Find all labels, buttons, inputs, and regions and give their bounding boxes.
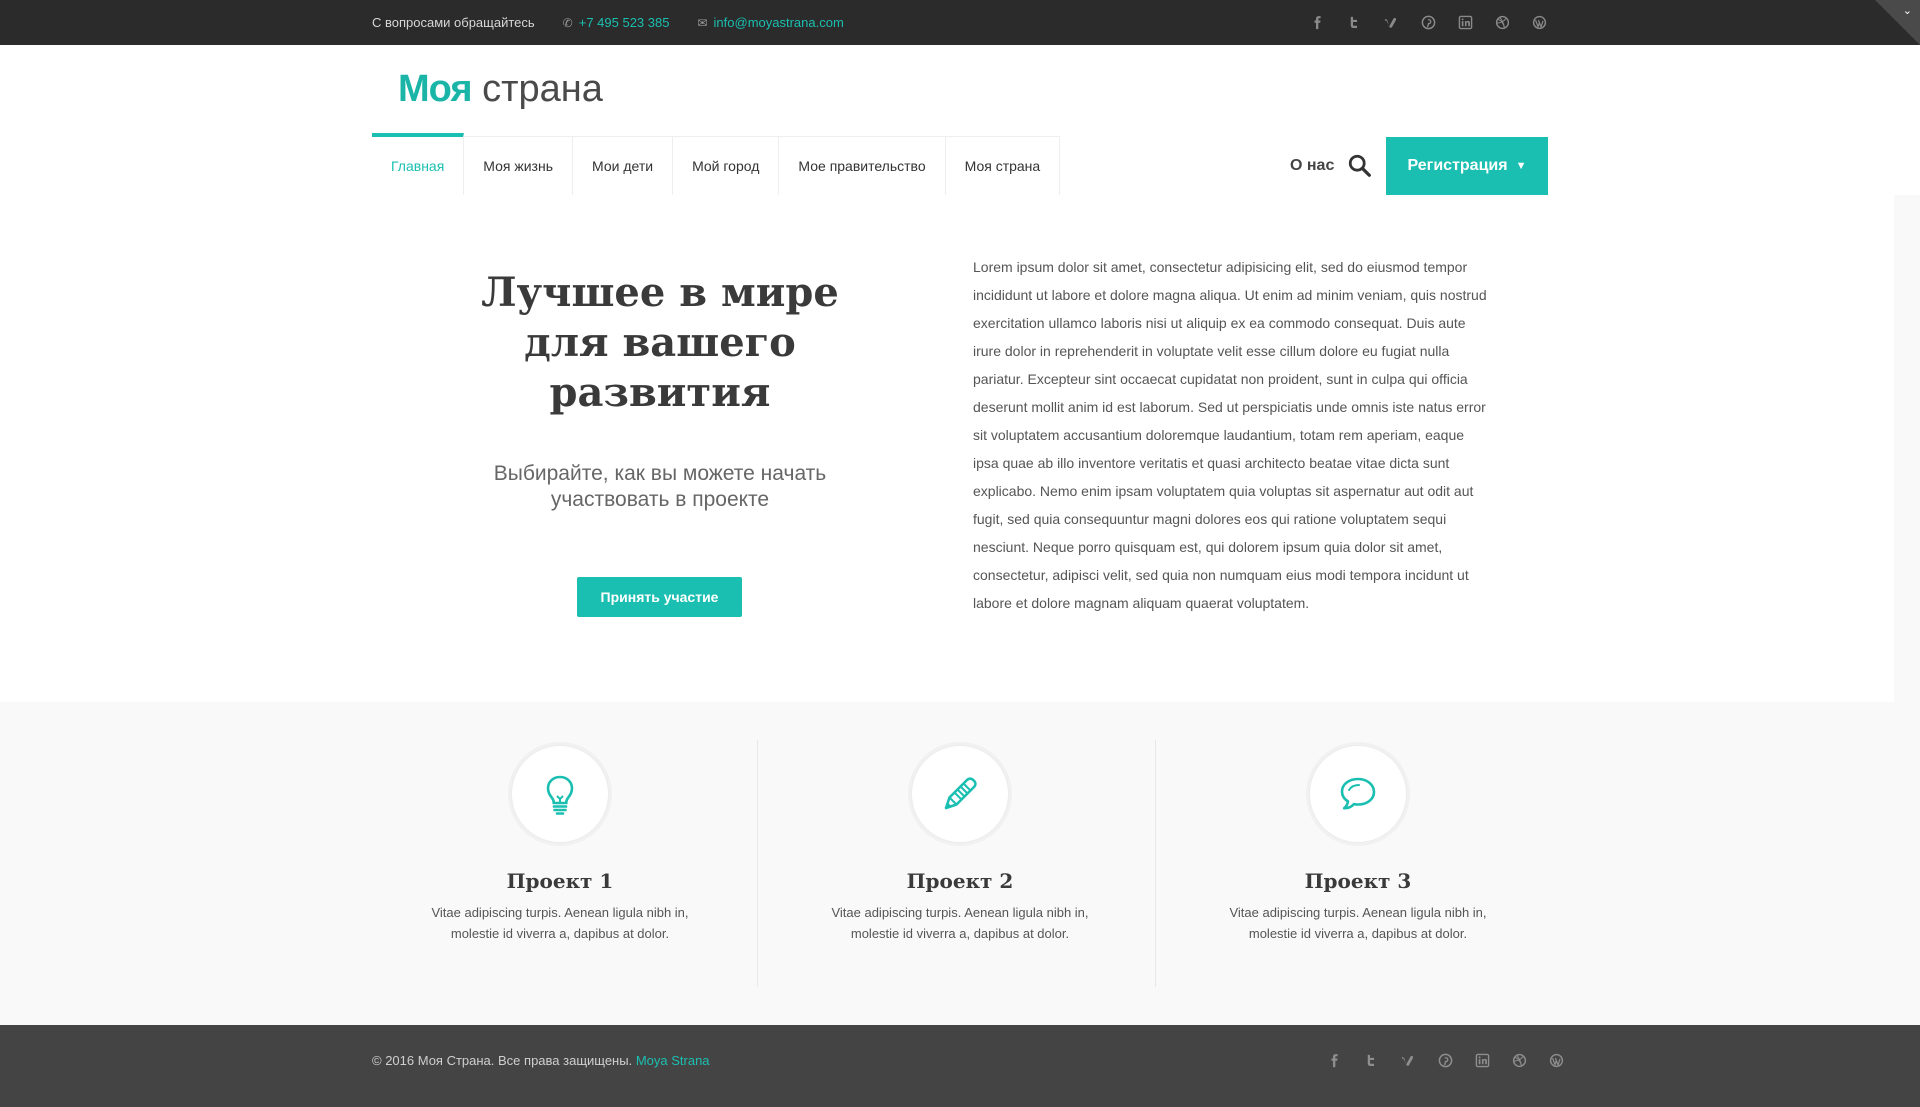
contact-text: С вопросами обращайтесь [372,15,535,30]
phone-icon: ✆ [562,15,573,30]
dribbble-icon[interactable] [1494,14,1510,30]
nav-item-my-life[interactable]: Моя жизнь [464,137,574,195]
register-label: Регистрация [1407,157,1508,174]
hero-description: Lorem ipsum dolor sit amet, consectetur … [973,259,1487,611]
feature-icon-ring [908,742,1012,846]
nav-item-home[interactable]: Главная [372,133,465,195]
twitter-icon[interactable] [1363,1052,1379,1068]
footer-link[interactable]: Moya Strana [636,1053,710,1068]
register-button[interactable]: Регистрация ▼ [1386,137,1548,195]
feature-desc-line: Vitae adipiscing turpis. Aenean ligula n… [1229,905,1487,920]
caret-down-icon: ▼ [1515,160,1527,172]
feature-desc-line: molestie id viverra a, dapibus at dolor. [1248,926,1468,941]
pinterest-icon[interactable] [1420,14,1436,30]
participate-button[interactable]: Принять участие [577,577,742,617]
facebook-icon[interactable] [1309,14,1325,30]
nav-item-about[interactable]: О нас [1290,157,1334,175]
features-section: Проект 1 Vitae adipiscing turpis. Aenean… [0,702,1920,1025]
nav-item-my-government[interactable]: Мое правительство [779,137,946,195]
feature-title: Проект 1 [506,869,614,893]
feature-desc: Vitae adipiscing turpis. Aenean ligula n… [810,902,1110,944]
feature-title: Проект 2 [906,869,1014,893]
lightbulb-icon [512,746,608,842]
wordpress-icon[interactable] [1531,14,1547,30]
side-strip [1894,195,1920,702]
feature-desc-line: Vitae adipiscing turpis. Aenean ligula n… [431,905,689,920]
speech-bubble-icon [1310,746,1406,842]
pinterest-icon[interactable] [1437,1052,1453,1068]
feature-icon-ring [1306,742,1410,846]
facebook-icon[interactable] [1326,1052,1342,1068]
hero-title-line: для вашего [524,319,796,366]
twitter-icon[interactable] [1346,14,1362,30]
hero-title-line: Лучшее в мире [481,269,839,316]
wordpress-icon[interactable] [1548,1052,1564,1068]
social-links-footer [1305,1052,1564,1068]
corner-toggle[interactable] [1875,0,1920,45]
feature-card: Проект 1 Vitae adipiscing turpis. Aenean… [410,742,710,944]
footer: © 2016 Моя Страна. Все права защищены. M… [0,1025,1920,1107]
feature-card: Проект 2 Vitae adipiscing turpis. Aenean… [810,742,1110,944]
feature-desc-line: molestie id viverra a, dapibus at dolor. [850,926,1070,941]
email-link[interactable]: info@moyastrana.com [714,15,844,30]
site-logo[interactable]: Моя страна [398,66,603,112]
feature-icon-ring [508,742,612,846]
logo-light: страна [471,68,603,110]
search-icon[interactable] [1346,152,1374,180]
feature-card: Проект 3 Vitae adipiscing turpis. Aenean… [1208,742,1508,944]
feature-desc: Vitae adipiscing turpis. Aenean ligula n… [1208,902,1508,944]
vimeo-icon[interactable] [1400,1052,1416,1068]
feature-desc: Vitae adipiscing turpis. Aenean ligula n… [410,902,710,944]
top-bar: С вопросами обращайтесь ✆ +7 495 523 385… [0,0,1920,45]
email-contact: ✉ info@moyastrana.com [697,15,843,30]
pencil-icon [912,746,1008,842]
feature-desc-line: Vitae adipiscing turpis. Aenean ligula n… [831,905,1089,920]
feature-divider [1155,740,1156,987]
vimeo-icon[interactable] [1383,14,1399,30]
copyright: © 2016 Моя Страна. Все права защищены. M… [372,1053,710,1068]
linkedin-icon[interactable] [1474,1052,1490,1068]
nav-item-my-children[interactable]: Мои дети [573,137,674,195]
feature-desc-line: molestie id viverra a, dapibus at dolor. [450,926,670,941]
social-links-top [1288,14,1547,30]
hero-subtitle: Выбирайте, как вы можете начать участвов… [440,461,880,513]
nav-right: О нас [1290,137,1382,195]
logo-bold: Моя [398,68,473,110]
feature-title: Проект 3 [1304,869,1412,893]
nav-item-my-city[interactable]: Мой город [673,137,780,195]
copyright-text: © 2016 Моя Страна. Все права защищены. [372,1053,633,1068]
dribbble-icon[interactable] [1511,1052,1527,1068]
hero-subtitle-line: Выбирайте, как вы можете начать [493,462,827,485]
linkedin-icon[interactable] [1457,14,1473,30]
phone-contact: ✆ +7 495 523 385 [563,15,670,30]
chevron-down-icon[interactable]: ⌄ [1903,4,1912,17]
feature-divider [757,740,758,987]
envelope-icon: ✉ [697,15,708,30]
hero-title: Лучшее в мире для вашего развития [440,268,880,418]
nav-item-my-country[interactable]: Моя страна [946,137,1061,195]
hero-subtitle-line: участвовать в проекте [550,488,770,511]
phone-link[interactable]: +7 495 523 385 [579,15,670,30]
hero-title-line: развития [549,369,771,416]
main-nav: Главная Моя жизнь Мои дети Мой город Мое… [372,133,1061,195]
